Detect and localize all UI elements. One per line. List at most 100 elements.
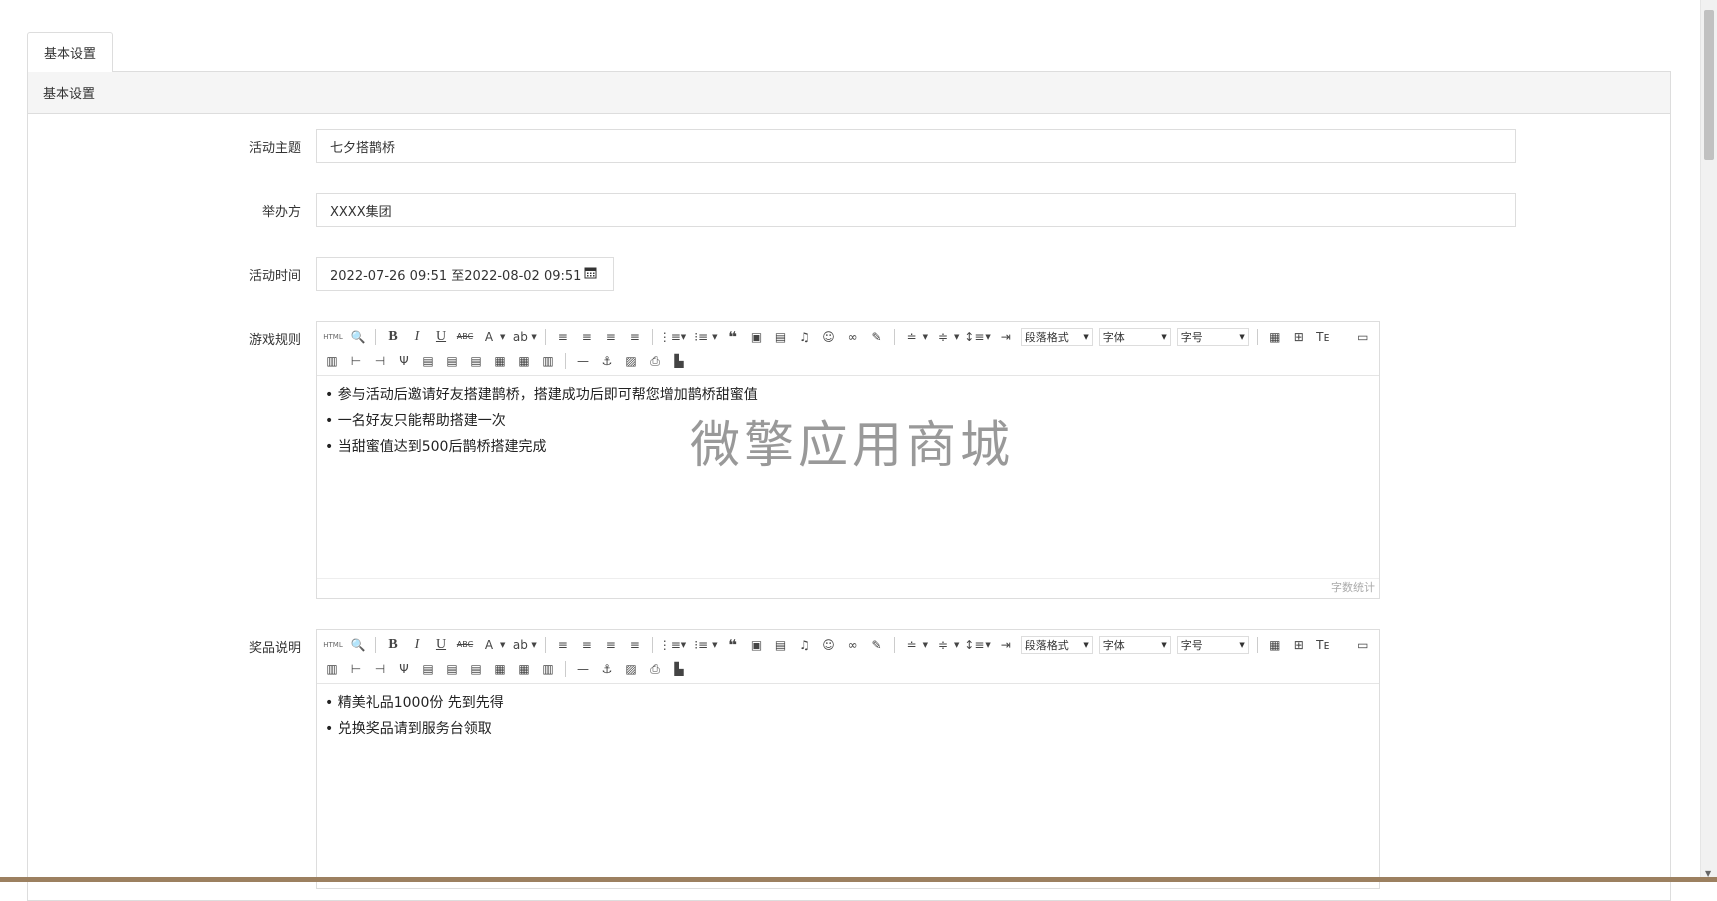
eraser-icon[interactable]: ✎ (868, 636, 886, 654)
table-icon[interactable]: ▦ (1266, 636, 1284, 654)
merge-right-icon[interactable]: ▤ (443, 660, 461, 678)
align-justify-icon[interactable]: ≡ (626, 328, 644, 346)
split-cell-icon[interactable]: Ψ (395, 352, 413, 370)
font-family-select[interactable]: 字体 ▼ (1098, 636, 1171, 654)
font-size-select[interactable]: 字号 ▼ (1176, 636, 1249, 654)
insert-image-icon[interactable]: ▨ (622, 352, 640, 370)
bold-icon[interactable]: B (384, 328, 402, 346)
paste-icon[interactable]: ▙ (670, 660, 688, 678)
time-range-input[interactable]: 2022-07-26 09:51 至2022-08-02 09:51 (316, 257, 614, 291)
tab-basic-settings[interactable]: 基本设置 (27, 32, 113, 72)
paragraph-format-select[interactable]: 段落格式 ▼ (1020, 636, 1093, 654)
align-right-icon[interactable]: ≡ (602, 328, 620, 346)
fullscreen-icon[interactable]: ▭ (1354, 636, 1372, 654)
chevron-down-icon[interactable]: ▼ (712, 333, 717, 341)
highlight-icon[interactable]: ab (511, 328, 529, 346)
chevron-down-icon[interactable]: ▼ (531, 641, 536, 649)
chevron-down-icon[interactable]: ▼ (531, 333, 536, 341)
text-table-icon[interactable]: Tᴇ (1314, 328, 1332, 346)
insert-frame-icon[interactable]: ⊞ (1290, 328, 1308, 346)
align-justify-icon[interactable]: ≡ (626, 636, 644, 654)
link-icon[interactable]: ∞ (844, 636, 862, 654)
emoji-icon[interactable]: ☺ (820, 328, 838, 346)
unordered-list-icon[interactable]: ⁝≡ (692, 328, 710, 346)
merge-right-icon[interactable]: ▤ (443, 352, 461, 370)
chevron-down-icon[interactable]: ▼ (954, 641, 959, 649)
insert-col-before-icon[interactable]: ⊣ (371, 352, 389, 370)
highlight-icon[interactable]: ab (511, 636, 529, 654)
horizontal-rule-icon[interactable]: — (574, 660, 592, 678)
font-color-icon[interactable]: A (480, 328, 498, 346)
merge-cells-icon[interactable]: ▤ (419, 660, 437, 678)
chevron-down-icon[interactable]: ▼ (500, 333, 505, 341)
blockquote-icon[interactable]: ❝ (724, 636, 742, 654)
html-source-button[interactable]: HTML (323, 636, 343, 654)
preview-icon[interactable]: 🔍 (349, 328, 367, 346)
preview-icon[interactable]: 🔍 (349, 636, 367, 654)
calendar-icon[interactable] (584, 266, 597, 283)
print-icon[interactable]: ⎙ (646, 660, 664, 678)
font-size-select[interactable]: 字号 ▼ (1176, 328, 1249, 346)
align-right-icon[interactable]: ≡ (602, 636, 620, 654)
video-icon[interactable]: ▤ (772, 328, 790, 346)
italic-icon[interactable]: I (408, 328, 426, 346)
chevron-down-icon[interactable]: ▼ (954, 333, 959, 341)
font-color-icon[interactable]: A (480, 636, 498, 654)
video-icon[interactable]: ▤ (772, 636, 790, 654)
split-cols-icon[interactable]: ▦ (515, 352, 533, 370)
merge-cells-icon[interactable]: ▤ (419, 352, 437, 370)
insert-col-icon[interactable]: ⊢ (347, 352, 365, 370)
fullscreen-icon[interactable]: ▭ (1354, 328, 1372, 346)
delete-table-icon[interactable]: ▥ (539, 352, 557, 370)
scrollbar-thumb[interactable] (1704, 10, 1714, 160)
row-spacing-bottom-icon[interactable]: ≑ (934, 636, 952, 654)
chevron-down-icon[interactable]: ▼ (923, 333, 928, 341)
row-spacing-bottom-icon[interactable]: ≑ (934, 328, 952, 346)
chevron-down-icon[interactable]: ▼ (681, 333, 686, 341)
emoji-icon[interactable]: ☺ (820, 636, 838, 654)
split-cols-icon[interactable]: ▦ (515, 660, 533, 678)
align-center-icon[interactable]: ≡ (578, 636, 596, 654)
strikethrough-icon[interactable]: ABC (456, 636, 474, 654)
insert-row-above-icon[interactable]: ▥ (323, 660, 341, 678)
anchor-icon[interactable]: ⚓ (598, 660, 616, 678)
insert-col-before-icon[interactable]: ⊣ (371, 660, 389, 678)
line-height-icon[interactable]: ↕≡ (964, 636, 984, 654)
insert-row-above-icon[interactable]: ▥ (323, 352, 341, 370)
page-scrollbar[interactable]: ▼ (1700, 0, 1717, 882)
text-table-icon[interactable]: Tᴇ (1314, 636, 1332, 654)
eraser-icon[interactable]: ✎ (868, 328, 886, 346)
paragraph-format-select[interactable]: 段落格式 ▼ (1020, 328, 1093, 346)
split-rows-icon[interactable]: ▦ (491, 352, 509, 370)
image-icon[interactable]: ▣ (748, 636, 766, 654)
align-left-icon[interactable]: ≡ (554, 636, 572, 654)
delete-table-icon[interactable]: ▥ (539, 660, 557, 678)
print-icon[interactable]: ⎙ (646, 352, 664, 370)
font-family-select[interactable]: 字体 ▼ (1098, 328, 1171, 346)
chevron-down-icon[interactable]: ▼ (500, 641, 505, 649)
link-icon[interactable]: ∞ (844, 328, 862, 346)
html-source-button[interactable]: HTML (323, 328, 343, 346)
insert-col-icon[interactable]: ⊢ (347, 660, 365, 678)
indent-icon[interactable]: ⇥ (997, 328, 1015, 346)
music-icon[interactable]: ♫ (796, 328, 814, 346)
unordered-list-icon[interactable]: ⁝≡ (692, 636, 710, 654)
row-spacing-top-icon[interactable]: ≐ (903, 636, 921, 654)
theme-input[interactable]: 七夕搭鹊桥 (316, 129, 1516, 163)
split-cell-icon[interactable]: Ψ (395, 660, 413, 678)
prize-content[interactable]: 精美礼品1000份 先到先得 兑换奖品请到服务台领取 (317, 684, 1379, 748)
italic-icon[interactable]: I (408, 636, 426, 654)
align-left-icon[interactable]: ≡ (554, 328, 572, 346)
horizontal-rule-icon[interactable]: — (574, 352, 592, 370)
chevron-down-icon[interactable]: ▼ (985, 641, 990, 649)
paste-icon[interactable]: ▙ (670, 352, 688, 370)
image-icon[interactable]: ▣ (748, 328, 766, 346)
merge-down-icon[interactable]: ▤ (467, 660, 485, 678)
row-spacing-top-icon[interactable]: ≐ (903, 328, 921, 346)
blockquote-icon[interactable]: ❝ (724, 328, 742, 346)
ordered-list-icon[interactable]: ⋮≡ (659, 328, 681, 346)
chevron-down-icon[interactable]: ▼ (681, 641, 686, 649)
chevron-down-icon[interactable]: ▼ (712, 641, 717, 649)
table-icon[interactable]: ▦ (1266, 328, 1284, 346)
strikethrough-icon[interactable]: ABC (456, 328, 474, 346)
